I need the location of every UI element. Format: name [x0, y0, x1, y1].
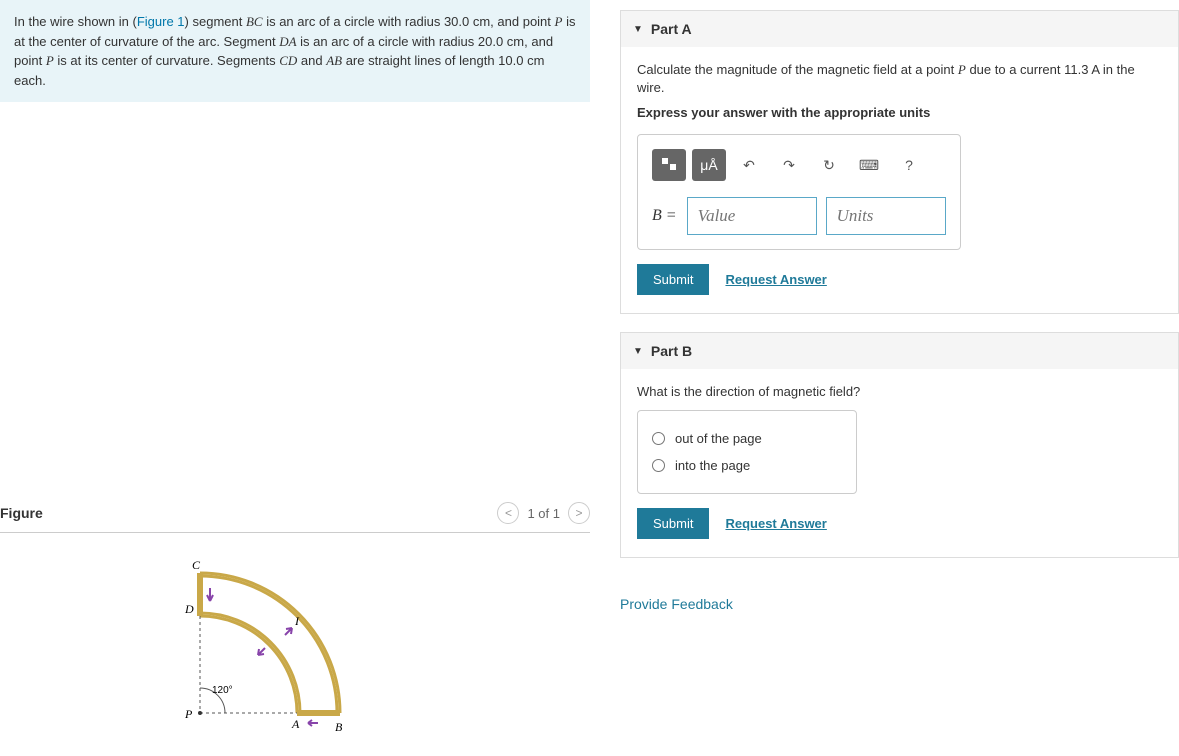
- caret-down-icon: ▼: [633, 346, 643, 357]
- part-a-title: Part A: [651, 21, 692, 37]
- radio-into-label: into the page: [675, 458, 750, 473]
- redo-button[interactable]: ↷: [772, 149, 806, 181]
- svg-text:D: D: [184, 602, 194, 616]
- radio-option-out[interactable]: out of the page: [652, 425, 842, 452]
- radio-into-input[interactable]: [652, 459, 665, 472]
- problem-prefix: In the wire shown in (: [14, 14, 137, 29]
- units-input[interactable]: [826, 197, 946, 235]
- figure-next-button[interactable]: >: [568, 502, 590, 524]
- template-tool-button[interactable]: [652, 149, 686, 181]
- answer-box-a: μÅ ↶ ↷ ↻ ⌨ ? B =: [637, 134, 961, 250]
- figure-nav: < 1 of 1 >: [497, 502, 590, 524]
- submit-button-b[interactable]: Submit: [637, 508, 709, 539]
- figure-link[interactable]: Figure 1: [137, 14, 185, 29]
- radio-out-input[interactable]: [652, 432, 665, 445]
- part-a-header[interactable]: ▼ Part A: [621, 11, 1178, 47]
- part-a-instruction: Express your answer with the appropriate…: [637, 105, 1162, 120]
- radio-option-into[interactable]: into the page: [652, 452, 842, 479]
- part-b-question: What is the direction of magnetic field?: [637, 383, 1162, 401]
- svg-text:C: C: [192, 558, 201, 572]
- caret-down-icon: ▼: [633, 24, 643, 35]
- provide-feedback-link[interactable]: Provide Feedback: [620, 596, 733, 612]
- equation-label: B =: [652, 207, 677, 225]
- part-b-block: ▼ Part B What is the direction of magnet…: [620, 332, 1179, 557]
- units-tool-button[interactable]: μÅ: [692, 149, 726, 181]
- svg-text:A: A: [291, 717, 300, 731]
- request-answer-link-a[interactable]: Request Answer: [725, 272, 826, 287]
- keyboard-button[interactable]: ⌨: [852, 149, 886, 181]
- submit-button-a[interactable]: Submit: [637, 264, 709, 295]
- part-b-header[interactable]: ▼ Part B: [621, 333, 1178, 369]
- problem-statement: In the wire shown in (Figure 1) segment …: [0, 0, 590, 102]
- figure-nav-text: 1 of 1: [527, 506, 560, 521]
- radio-group-b: out of the page into the page: [637, 410, 857, 494]
- part-b-title: Part B: [651, 343, 692, 359]
- svg-text:B: B: [335, 720, 343, 734]
- figure-diagram: C D P A B I 120°: [0, 533, 590, 756]
- value-input[interactable]: [687, 197, 817, 235]
- part-a-block: ▼ Part A Calculate the magnitude of the …: [620, 10, 1179, 314]
- svg-text:P: P: [184, 707, 193, 721]
- radio-out-label: out of the page: [675, 431, 762, 446]
- help-button[interactable]: ?: [892, 149, 926, 181]
- request-answer-link-b[interactable]: Request Answer: [725, 516, 826, 531]
- figure-title: Figure: [0, 505, 43, 521]
- figure-prev-button[interactable]: <: [497, 502, 519, 524]
- undo-button[interactable]: ↶: [732, 149, 766, 181]
- svg-text:120°: 120°: [212, 685, 233, 696]
- part-a-question: Calculate the magnitude of the magnetic …: [637, 61, 1162, 97]
- reset-button[interactable]: ↻: [812, 149, 846, 181]
